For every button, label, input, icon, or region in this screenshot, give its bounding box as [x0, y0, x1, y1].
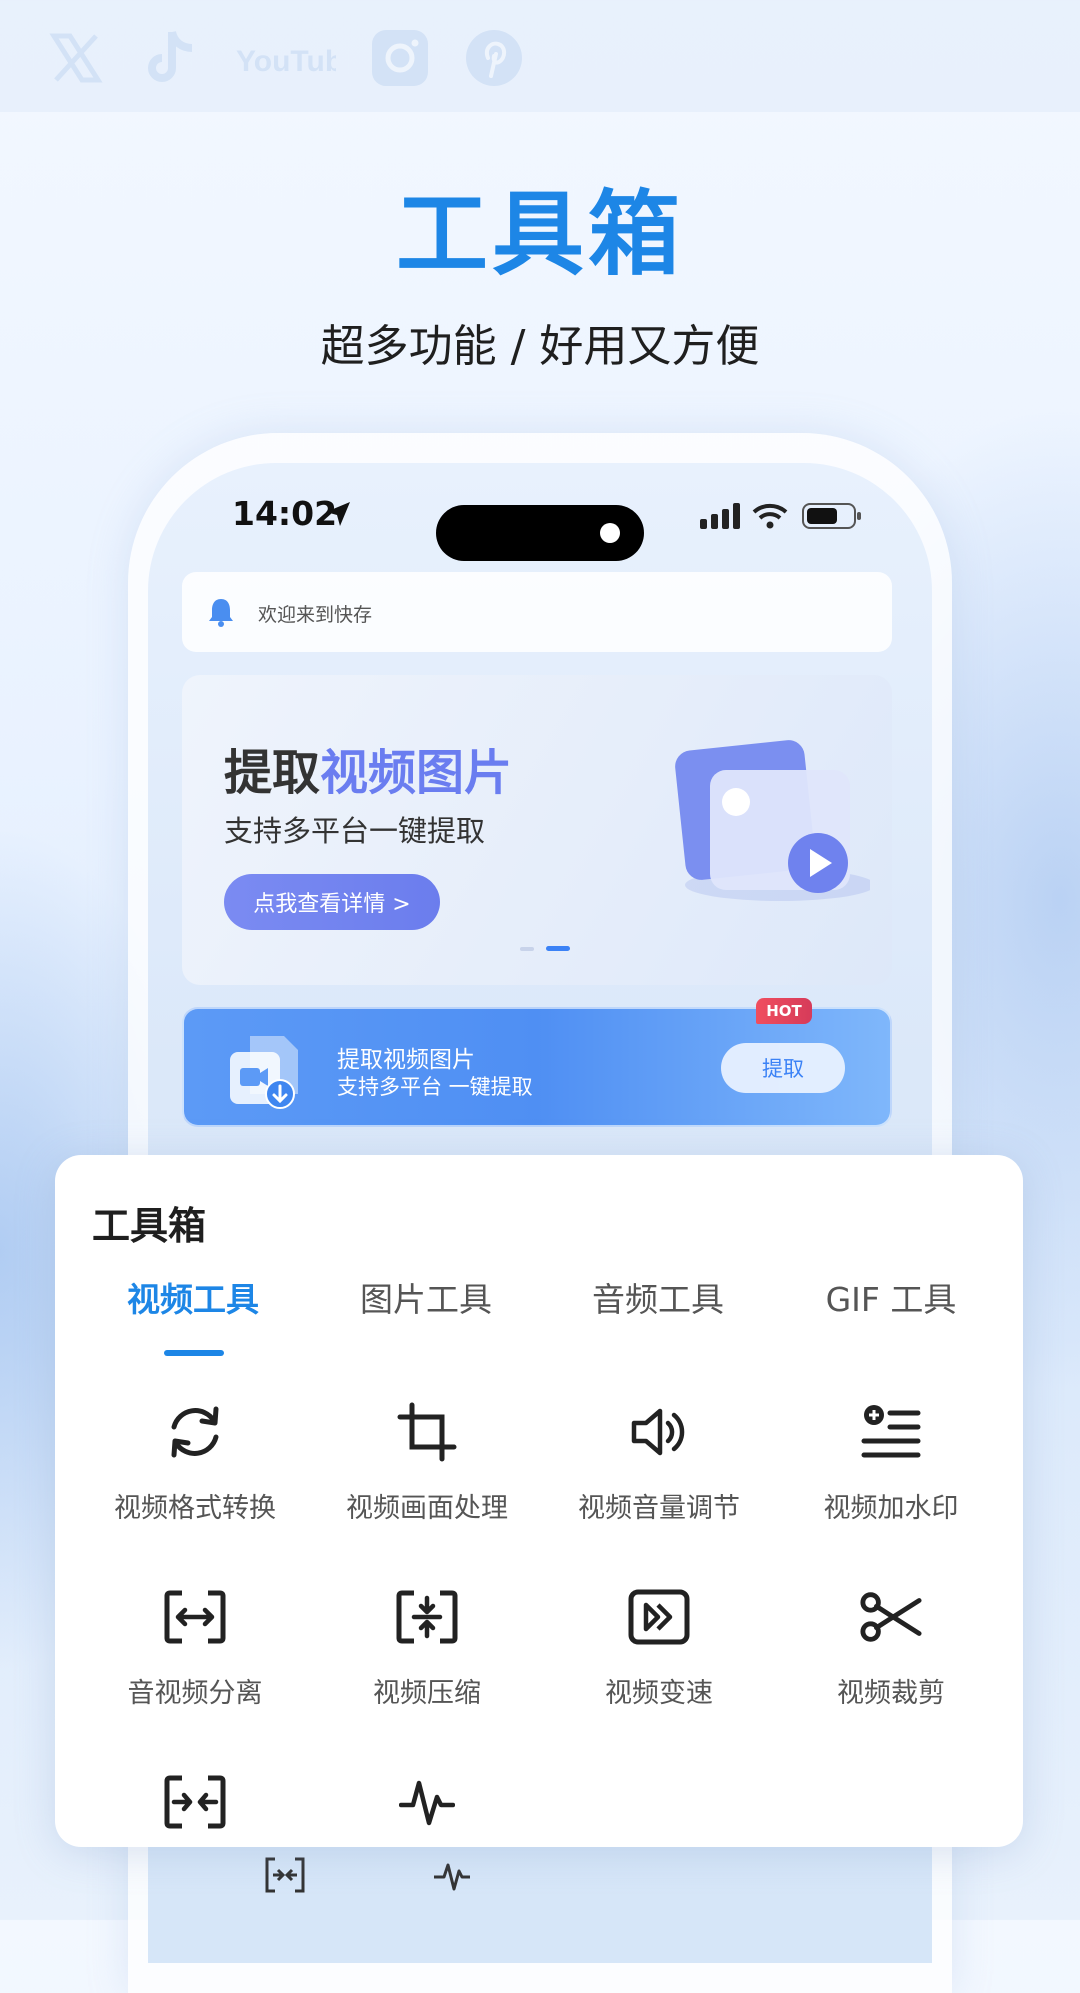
tab-audio-tools[interactable]: 音频工具	[542, 1273, 774, 1321]
tool-video-format-convert[interactable]: 视频格式转换	[79, 1400, 311, 1570]
banner-title: 提取视频图片	[224, 745, 513, 801]
tab-image-tools[interactable]: 图片工具	[310, 1273, 542, 1321]
convert-icon	[163, 1400, 227, 1464]
bell-icon	[206, 596, 236, 632]
tool-label: 视频画面处理	[346, 1493, 508, 1524]
youtube-icon: YouTube	[236, 28, 336, 88]
x-icon	[46, 28, 106, 88]
carousel-dot[interactable]	[520, 947, 534, 951]
tool-audio-wave[interactable]	[311, 1770, 543, 1840]
watermark-icon	[859, 1400, 923, 1464]
tool-label: 视频音量调节	[578, 1493, 740, 1524]
tool-audio-video-separate[interactable]: 音视频分离	[79, 1585, 311, 1755]
camera-dot	[600, 523, 620, 543]
tool-label: 视频变速	[605, 1678, 713, 1709]
tiktok-icon	[140, 28, 200, 88]
waveform-icon-background	[432, 1857, 472, 1897]
youtube-text: YouTube	[236, 45, 336, 78]
volume-icon	[627, 1400, 691, 1464]
tool-video-compress[interactable]: 视频压缩	[311, 1585, 543, 1755]
speed-icon	[627, 1585, 691, 1649]
tab-video-tools[interactable]: 视频工具	[77, 1273, 309, 1321]
tool-video-frame-process[interactable]: 视频画面处理	[311, 1400, 543, 1570]
waveform-icon	[395, 1770, 459, 1834]
tool-label: 视频格式转换	[114, 1493, 276, 1524]
instagram-icon	[370, 28, 430, 88]
tool-label: 视频压缩	[373, 1678, 481, 1709]
banner-details-button[interactable]: 点我查看详情 >	[224, 874, 440, 930]
tool-label: 视频裁剪	[837, 1678, 945, 1709]
crop-icon	[395, 1400, 459, 1464]
scissors-icon	[859, 1585, 923, 1649]
banner-subtitle: 支持多平台一键提取	[224, 814, 486, 848]
tool-video-volume-adjust[interactable]: 视频音量调节	[543, 1400, 775, 1570]
signal-icon	[700, 503, 742, 533]
location-arrow-icon	[324, 500, 352, 532]
video-download-icon	[228, 1034, 302, 1110]
tab-indicator	[164, 1350, 224, 1356]
photo-video-illustration-icon	[670, 735, 875, 905]
page-subtitle: 超多功能 / 好用又方便	[320, 321, 760, 372]
tool-video-speed[interactable]: 视频变速	[543, 1585, 775, 1755]
tool-video-trim[interactable]: 视频裁剪	[775, 1585, 1007, 1755]
hot-badge: HOT	[756, 998, 812, 1024]
compress-icon	[395, 1585, 459, 1649]
carousel-dot-active[interactable]	[546, 946, 570, 951]
merge-icon	[163, 1770, 227, 1834]
tool-video-merge[interactable]	[79, 1770, 311, 1840]
promo-title: 提取视频图片	[337, 1047, 475, 1073]
tab-gif-tools[interactable]: GIF 工具	[775, 1273, 1007, 1321]
separate-icon	[163, 1585, 227, 1649]
status-time: 14:02	[232, 494, 338, 533]
tool-label: 视频加水印	[823, 1493, 959, 1524]
tool-label: 音视频分离	[127, 1678, 263, 1709]
wifi-icon	[752, 502, 788, 534]
notice-text: 欢迎来到快存	[258, 604, 373, 626]
extract-button[interactable]: 提取	[721, 1043, 845, 1093]
promo-subtitle: 支持多平台 一键提取	[337, 1075, 533, 1099]
battery-icon	[802, 503, 862, 533]
tool-video-watermark[interactable]: 视频加水印	[775, 1400, 1007, 1570]
pinterest-icon	[464, 28, 524, 88]
toolbox-title: 工具箱	[92, 1204, 207, 1248]
merge-icon-background	[263, 1857, 307, 1897]
page-title: 工具箱	[395, 181, 684, 288]
